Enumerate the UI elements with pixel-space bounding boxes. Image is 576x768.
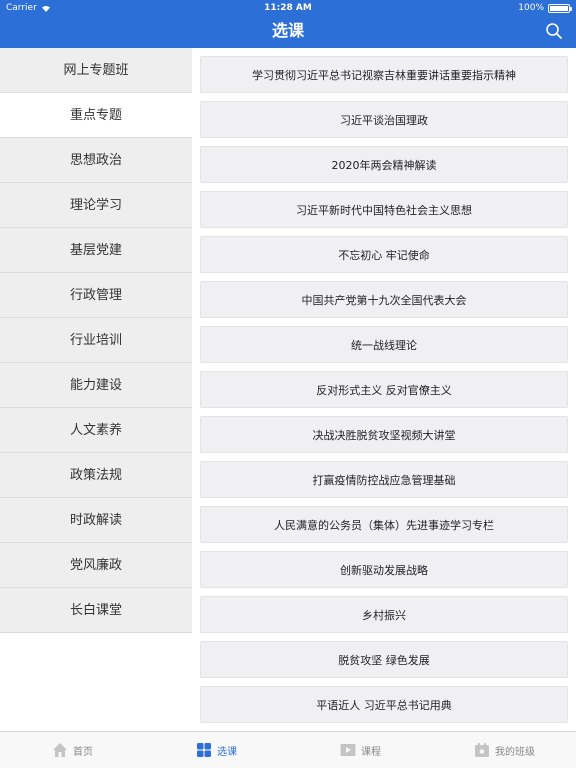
battery-percent: 100% (518, 3, 544, 13)
sidebar-item[interactable]: 长白课堂 (0, 588, 192, 633)
tab-label: 我的班级 (495, 746, 535, 758)
tab-bar: 首页 选课 课程 我的班级 (0, 731, 576, 768)
sidebar-item[interactable]: 重点专题 (0, 93, 192, 138)
topic-button[interactable]: 打赢疫情防控战应急管理基础 (200, 461, 568, 498)
sidebar-item[interactable]: 行业培训 (0, 318, 192, 363)
tab-label: 选课 (217, 746, 237, 758)
topic-button[interactable]: 创新驱动发展战略 (200, 551, 568, 588)
topic-button[interactable]: 中国共产党第十九次全国代表大会 (200, 281, 568, 318)
sidebar-item[interactable]: 时政解读 (0, 498, 192, 543)
page-title: 选课 (271, 21, 304, 40)
status-time: 11:28 AM (264, 3, 312, 13)
class-icon (475, 743, 489, 757)
tab-class[interactable]: 我的班级 (432, 732, 576, 768)
category-sidebar: 网上专题班 重点专题 思想政治 理论学习 基层党建 行政管理 行业培训 能力建设 人文素养 政策法… (0, 48, 192, 633)
topic-button[interactable]: 平语近人 习近平总书记用典 (200, 686, 568, 723)
home-icon (53, 743, 67, 757)
sidebar-item[interactable]: 人文素养 (0, 408, 192, 453)
sidebar-item[interactable]: 网上专题班 (0, 48, 192, 93)
topic-button[interactable]: 学习贯彻习近平总书记视察吉林重要讲话重要指示精神 (200, 56, 568, 93)
topic-list: 学习贯彻习近平总书记视察吉林重要讲话重要指示精神 习近平谈治国理政 2020年两会精… (200, 56, 568, 731)
topic-button[interactable]: 习近平新时代中国特色社会主义思想 (200, 191, 568, 228)
tab-play[interactable]: 课程 (288, 732, 432, 768)
topic-button[interactable]: 脱贫攻坚 绿色发展 (200, 641, 568, 678)
topic-button[interactable]: 反对形式主义 反对官僚主义 (200, 371, 568, 408)
topic-button[interactable]: 习近平谈治国理政 (200, 101, 568, 138)
topic-button[interactable]: 不忘初心 牢记使命 (200, 236, 568, 273)
topic-button[interactable]: 人民满意的公务员（集体）先进事迹学习专栏 (200, 506, 568, 543)
play-icon (340, 744, 356, 756)
tab-label: 课程 (361, 746, 381, 758)
tab-grid[interactable]: 选课 (144, 732, 288, 768)
sidebar-item[interactable]: 基层党建 (0, 228, 192, 273)
search-icon[interactable] (544, 21, 564, 41)
status-bar: Carrier 11:28 AM 100% (0, 0, 576, 16)
grid-icon (197, 743, 211, 757)
sidebar-item[interactable]: 政策法规 (0, 453, 192, 498)
sidebar-item[interactable]: 行政管理 (0, 273, 192, 318)
tab-home[interactable]: 首页 (0, 732, 144, 768)
topic-button[interactable]: 决战决胜脱贫攻坚视频大讲堂 (200, 416, 568, 453)
sidebar-item[interactable]: 党风廉政 (0, 543, 192, 588)
tab-label: 首页 (73, 746, 93, 758)
topic-button[interactable]: 统一战线理论 (200, 326, 568, 363)
topic-button[interactable]: 乡村振兴 (200, 596, 568, 633)
battery-icon (548, 3, 572, 13)
nav-header: Carrier 11:28 AM 100% 选课 (0, 0, 576, 48)
sidebar-item[interactable]: 思想政治 (0, 138, 192, 183)
sidebar-item[interactable]: 理论学习 (0, 183, 192, 228)
sidebar-item[interactable]: 能力建设 (0, 363, 192, 408)
topic-button[interactable]: 2020年两会精神解读 (200, 146, 568, 183)
